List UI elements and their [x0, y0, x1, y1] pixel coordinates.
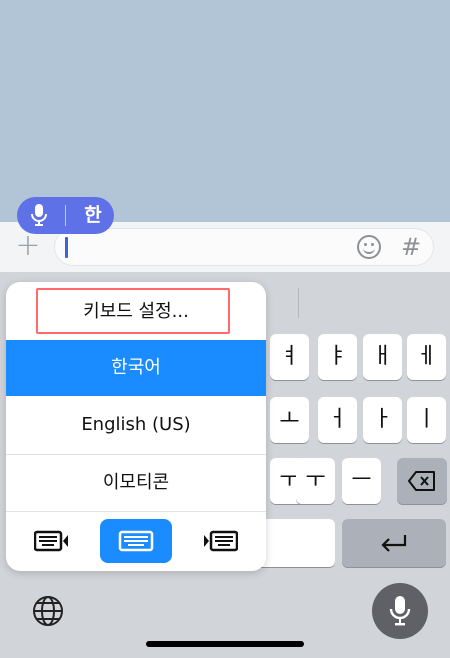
- language-item-korean[interactable]: 한국어: [6, 340, 266, 396]
- right-handed-keyboard-icon: [204, 530, 238, 552]
- pill-divider: [65, 205, 66, 226]
- full-keyboard-button[interactable]: [100, 519, 172, 563]
- return-icon: [381, 535, 407, 552]
- key-ae[interactable]: ㅐ: [363, 334, 402, 380]
- key-u[interactable]: ㅜ: [296, 458, 335, 504]
- suggestion-divider: [298, 288, 299, 318]
- menu-divider: [6, 511, 266, 512]
- voice-language-pill[interactable]: 한: [17, 197, 114, 234]
- language-item-english[interactable]: English (US): [6, 397, 266, 453]
- full-keyboard-icon: [118, 530, 154, 552]
- key-yeo[interactable]: ㅕ: [270, 334, 309, 380]
- emoji-icon[interactable]: [357, 235, 381, 259]
- language-item-emoticon[interactable]: 이모티콘: [6, 455, 266, 511]
- space-key[interactable]: [256, 519, 335, 567]
- backspace-icon: [408, 471, 435, 491]
- key-eo[interactable]: ㅓ: [318, 397, 357, 443]
- globe-icon[interactable]: [31, 594, 65, 628]
- left-handed-keyboard-button[interactable]: [16, 519, 88, 563]
- key-eu[interactable]: ㅡ: [342, 458, 381, 504]
- key-o[interactable]: ㅗ: [270, 397, 309, 443]
- home-indicator[interactable]: [146, 641, 304, 647]
- key-a[interactable]: ㅏ: [363, 397, 402, 443]
- right-handed-keyboard-button[interactable]: [184, 519, 256, 563]
- key-ya[interactable]: ㅑ: [318, 334, 357, 380]
- key-e[interactable]: ㅔ: [407, 334, 446, 380]
- message-input[interactable]: #: [54, 228, 434, 266]
- microphone-icon[interactable]: [29, 203, 49, 227]
- language-menu: 키보드 설정... 한국어 English (US) 이모티콘: [6, 282, 266, 571]
- key-i[interactable]: ㅣ: [407, 397, 446, 443]
- highlight-outline: [36, 288, 230, 334]
- return-key[interactable]: [342, 519, 446, 567]
- left-handed-keyboard-icon: [34, 530, 68, 552]
- backspace-key[interactable]: [397, 458, 447, 504]
- text-cursor: [65, 237, 68, 258]
- language-indicator[interactable]: 한: [75, 197, 111, 234]
- plus-icon[interactable]: +: [12, 230, 44, 262]
- hashtag-button[interactable]: #: [401, 230, 421, 264]
- chat-background: [0, 0, 450, 222]
- microphone-icon: [389, 596, 411, 626]
- dictation-button[interactable]: [372, 583, 428, 639]
